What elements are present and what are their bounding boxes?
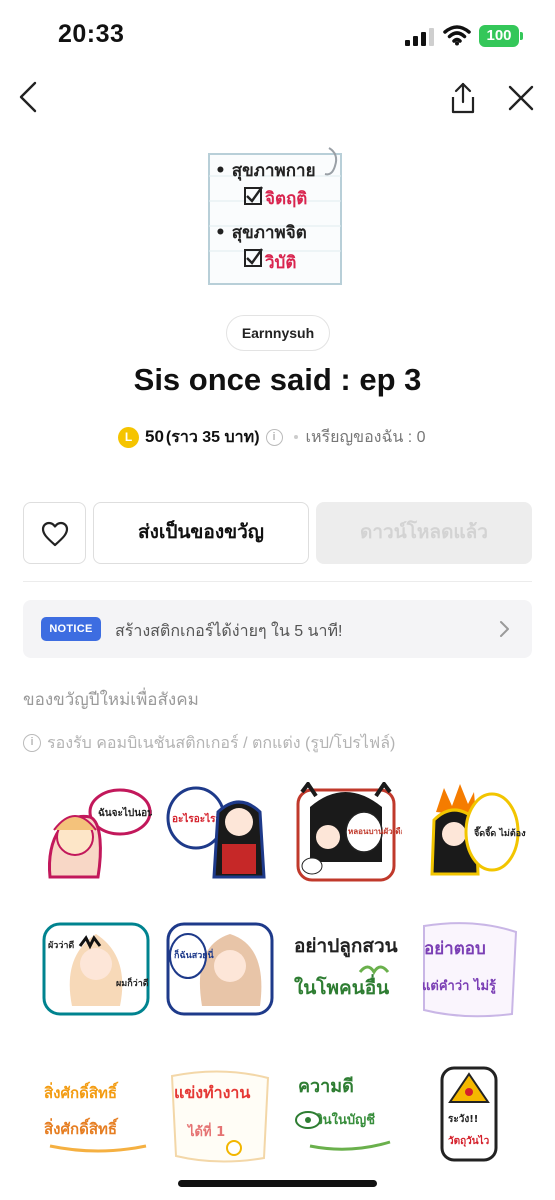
sticker-11-text2: เงินในบัญชี xyxy=(312,1111,375,1128)
like-button[interactable] xyxy=(23,502,86,564)
author-chip[interactable]: Earnnysuh xyxy=(226,315,330,351)
sticker-5-text: ผัวว่าดี xyxy=(48,940,74,951)
sticker-4[interactable]: จี๊ดจี๊ด ไม่ต้องทำได้ xyxy=(414,782,547,884)
sticker-3-text: หลอนบานผัวเดือน xyxy=(348,826,402,836)
sticker-3[interactable]: หลอนบานผัวเดือน xyxy=(290,780,411,884)
page-title: Sis once said : ep 3 xyxy=(133,362,422,397)
separator-dot xyxy=(293,435,298,439)
hero-line-2: จิตฤติ xyxy=(265,189,307,209)
sticker-9-text: สิ่งศักดิ์สิทธิ์ xyxy=(44,1081,119,1102)
back-chevron-icon[interactable] xyxy=(14,80,44,114)
sticker-10-text2: ได้ที่ 1 xyxy=(186,1122,225,1140)
notice-banner[interactable]: NOTICE สร้างสติกเกอร์ได้ง่ายๆ ใน 5 นาที! xyxy=(23,600,532,658)
info-icon[interactable]: i xyxy=(265,428,283,446)
sticker-8-text: อย่าตอบ xyxy=(424,939,486,959)
sticker-12[interactable]: ระวัง!! วัตถุวันไว xyxy=(414,1062,526,1164)
sticker-10[interactable]: แข่งทำงาน ได้ที่ 1 xyxy=(164,1062,276,1164)
status-time: 20:33 xyxy=(58,20,125,48)
hero-line-3: • สุขภาพจิต xyxy=(215,223,307,243)
battery-tip xyxy=(520,32,523,40)
sticker-9-text2: สิ่งศักดิ์สิทธิ์ xyxy=(44,1117,119,1138)
home-indicator xyxy=(178,1180,377,1187)
sticker-6[interactable]: ก็ฉันสวยนี่ xyxy=(164,916,276,1018)
divider xyxy=(23,581,532,582)
wifi-icon xyxy=(443,25,471,46)
price-amount: 50 xyxy=(145,427,164,446)
share-icon[interactable] xyxy=(449,82,477,114)
info-icon: i xyxy=(23,734,41,752)
sticker-9[interactable]: สิ่งศักดิ์สิทธิ์ สิ่งศักดิ์สิทธิ์ xyxy=(40,1062,152,1164)
sticker-10-text: แข่งทำงาน xyxy=(174,1083,250,1102)
battery-icon: 100 xyxy=(479,25,519,47)
sticker-7-text: อย่าปลูกสวน xyxy=(294,935,398,958)
sticker-1-text: ฉันจะไปนอนต่ออ xyxy=(98,806,152,819)
sticker-11-text: ความดี xyxy=(298,1076,354,1097)
sticker-5[interactable]: ผัวว่าดี ผมก็ว่าดี xyxy=(40,916,152,1018)
line-coin-icon: L xyxy=(118,426,139,448)
close-icon[interactable] xyxy=(507,84,535,112)
support-text: รองรับ คอมบิเนชันสติกเกอร์ / ตกแต่ง (รูป… xyxy=(47,734,396,752)
my-coins-label: เหรียญของฉัน : 0 xyxy=(305,428,426,446)
signal-icon xyxy=(405,28,434,46)
heart-icon xyxy=(41,521,69,547)
sticker-8[interactable]: อย่าตอบ แต่คำว่า ไม่รู้ xyxy=(414,916,526,1018)
sticker-1[interactable]: ฉันจะไปนอนต่ออ xyxy=(40,782,172,884)
notice-text: สร้างสติกเกอร์ได้ง่ายๆ ใน 5 นาที! xyxy=(115,623,343,640)
sticker-7[interactable]: อย่าปลูกสวน ในโพคนอื่น xyxy=(290,916,402,1018)
hero-line-4: วิบัติ xyxy=(265,253,297,273)
sticker-12-text2: วัตถุวันไว xyxy=(448,1134,490,1147)
notice-badge: NOTICE xyxy=(41,617,101,641)
price-row: L 50 (ราว 35 บาท) i เหรียญของฉัน : 0 xyxy=(118,425,426,449)
downloaded-button[interactable]: ดาวน์โหลดแล้ว xyxy=(316,502,532,564)
hero-line-1: • สุขภาพกาย xyxy=(215,161,316,181)
support-row: i รองรับ คอมบิเนชันสติกเกอร์ / ตกแต่ง (ร… xyxy=(23,732,395,754)
send-gift-button[interactable]: ส่งเป็นของขวัญ xyxy=(93,502,309,564)
chevron-right-icon xyxy=(500,621,509,637)
sticker-11[interactable]: ความดี เงินในบัญชี xyxy=(290,1062,402,1164)
sticker-7-text2: ในโพคนอื่น xyxy=(294,974,389,999)
sticker-8-text2: แต่คำว่า ไม่รู้ xyxy=(422,977,496,994)
sticker-2[interactable]: อะไรอะไรก็กู!! xyxy=(164,782,276,884)
section-label: ของขวัญปีใหม่เพื่อสังคม xyxy=(23,690,199,709)
status-bar: 20:33 100 xyxy=(0,0,555,72)
hero-sticker-image: • สุขภาพกาย จิตฤติ • สุขภาพจิต วิบัติ xyxy=(208,147,342,285)
price-approx: (ราว 35 บาท) xyxy=(165,428,260,446)
sticker-12-text: ระวัง!! xyxy=(448,1113,478,1125)
